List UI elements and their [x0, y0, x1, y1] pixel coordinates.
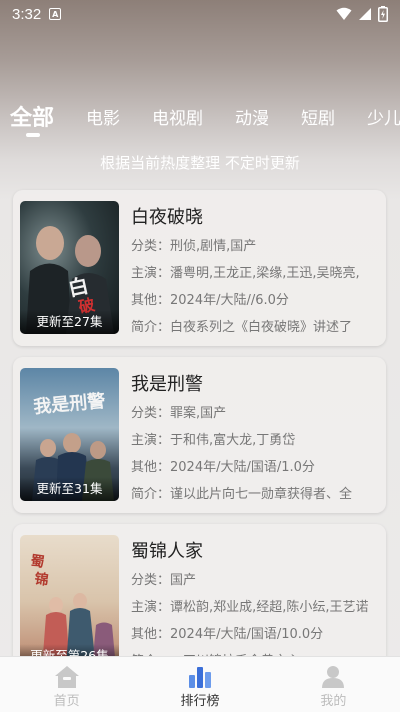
- tab-short[interactable]: 短剧: [301, 95, 335, 129]
- status-time: 3:32: [12, 5, 42, 23]
- tab-tv[interactable]: 电视剧: [152, 95, 203, 129]
- svg-text:我是刑警: 我是刑警: [33, 390, 107, 418]
- rank-chart-icon: [188, 667, 211, 688]
- show-title: 蜀锦人家: [131, 541, 203, 562]
- nav-rank-label: 排行榜: [180, 694, 220, 709]
- svg-text:锦: 锦: [33, 570, 49, 589]
- show-card[interactable]: 白 破 更新至27集 白夜破晓 分类：刑侦,剧情,国产 主演：潘粤明,王龙正,梁…: [13, 190, 386, 346]
- nav-mine[interactable]: 我的: [267, 657, 400, 712]
- bottom-navigation: 首页 排行榜 我的: [0, 656, 400, 712]
- status-bar: 3:32 A: [0, 0, 400, 28]
- show-intro: 简介：谨以此片向七一勋章获得者、全: [131, 487, 353, 502]
- category-tabs: 全部 电影 电视剧 动漫 短剧 少儿: [10, 95, 400, 145]
- show-other: 其他：2024年/大陆//6.0分: [131, 293, 289, 308]
- show-other: 其他：2024年/大陆/国语/10.0分: [131, 627, 324, 642]
- svg-text:蜀: 蜀: [29, 553, 45, 571]
- show-card[interactable]: 我是刑警 更新至31集 我是刑警 分类：罪案,国产 主演：于和伟,富大龙,丁勇岱…: [13, 357, 386, 513]
- user-icon: [322, 666, 345, 688]
- show-title: 我是刑警: [131, 374, 203, 395]
- wifi-icon: [336, 7, 352, 20]
- show-cast: 主演：于和伟,富大龙,丁勇岱: [131, 433, 296, 448]
- episode-badge: 更新至31集: [20, 477, 119, 501]
- nav-home[interactable]: 首页: [0, 657, 133, 712]
- ranking-subtitle: 根据当前热度整理 不定时更新: [100, 154, 300, 172]
- signal-icon: [359, 8, 371, 20]
- episode-badge: 更新至27集: [20, 310, 119, 334]
- status-icons: [336, 6, 388, 22]
- show-category: 分类：刑侦,剧情,国产: [131, 239, 257, 254]
- show-other: 其他：2024年/大陆/国语/1.0分: [131, 460, 315, 475]
- poster-image: 我是刑警 更新至31集: [20, 368, 119, 501]
- notification-a-icon: A: [49, 8, 62, 20]
- tab-anime[interactable]: 动漫: [235, 95, 269, 129]
- show-category: 分类：罪案,国产: [131, 406, 227, 421]
- tab-kids[interactable]: 少儿: [367, 95, 400, 129]
- show-intro: 简介：白夜系列之《白夜破晓》讲述了: [131, 320, 353, 335]
- nav-mine-label: 我的: [320, 694, 347, 709]
- poster-image: 白 破 更新至27集: [20, 201, 119, 334]
- poster-image: 蜀 锦 更新至第26集: [20, 535, 119, 668]
- show-cast: 主演：谭松韵,郑业成,经超,陈小纭,王艺诺: [131, 600, 369, 615]
- nav-rank[interactable]: 排行榜: [133, 657, 266, 712]
- battery-icon: [378, 6, 388, 22]
- tab-all[interactable]: 全部: [10, 95, 54, 137]
- show-title: 白夜破晓: [131, 207, 203, 228]
- show-category: 分类：国产: [131, 573, 197, 588]
- nav-home-label: 首页: [53, 694, 80, 709]
- show-cast: 主演：潘粤明,王龙正,梁缘,王迅,吴晓亮,: [131, 266, 360, 281]
- home-icon: [54, 666, 79, 688]
- tab-movie[interactable]: 电影: [86, 95, 120, 129]
